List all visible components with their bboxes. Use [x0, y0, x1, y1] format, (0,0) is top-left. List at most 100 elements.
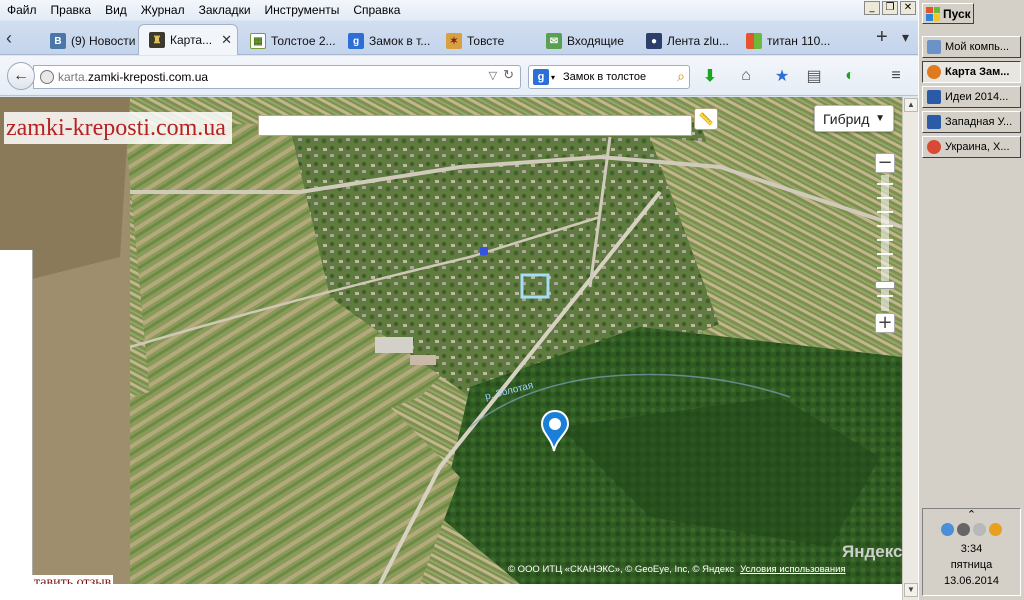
menu-history[interactable]: Журнал — [134, 3, 192, 17]
map-type-selector[interactable]: Гибрид ▼ — [814, 105, 894, 132]
menu-bar: Файл Правка Вид Журнал Закладки Инструме… — [0, 0, 918, 20]
copyright-text: © ООО ИТЦ «СКАНЭКС», © GeoEye, Inc, © Ян… — [508, 564, 735, 575]
zoom-slider-track[interactable] — [881, 175, 889, 311]
url-bar[interactable]: karta.zamki-kreposti.com.ua ▽ ↻ — [33, 65, 521, 89]
zoom-out-button[interactable]: − — [875, 153, 895, 173]
coat-of-arms-icon: ✶ — [446, 33, 462, 49]
menu-view[interactable]: Вид — [98, 3, 134, 17]
new-tab-icon[interactable]: + — [876, 26, 888, 49]
restore-button[interactable]: ❐ — [882, 1, 898, 15]
close-button[interactable]: ✕ — [900, 1, 916, 15]
tab-vk-news[interactable]: B (9) Новости — [40, 27, 136, 55]
zoom-slider-handle[interactable] — [875, 281, 895, 289]
clock-time[interactable]: 3:34 — [923, 543, 1020, 555]
minimize-button[interactable]: _ — [864, 1, 880, 15]
satellite-imagery — [0, 97, 902, 584]
tab-tovste[interactable]: ✶ Товсте — [436, 27, 532, 55]
task-label: Украина, Х... — [945, 141, 1010, 153]
tab-map-active[interactable]: ♜ Карта... ✕ — [138, 24, 238, 55]
expand-tray-icon[interactable]: ⌃ — [923, 508, 1020, 521]
zoom-control: − + — [875, 153, 895, 333]
tab-label: Замок в т... — [369, 34, 431, 48]
vk-icon: B — [50, 33, 66, 49]
tab-scroll-left-icon[interactable]: ‹ — [6, 28, 12, 49]
reload-icon[interactable]: ↻ — [503, 67, 514, 83]
usb-icon[interactable] — [973, 523, 986, 536]
windows-logo-icon — [926, 6, 940, 21]
search-input[interactable]: Замок в толстое — [563, 71, 646, 83]
zoom-tick — [877, 183, 893, 185]
menu-bookmarks[interactable]: Закладки — [192, 3, 258, 17]
ruler-icon[interactable]: 📏 — [694, 108, 718, 130]
computer-icon — [927, 40, 941, 54]
windows-icon — [746, 33, 762, 49]
zoom-tick — [877, 211, 893, 213]
tray-icons — [923, 523, 1020, 539]
url-text: karta.zamki-kreposti.com.ua — [58, 70, 208, 84]
task-word-west[interactable]: Западная У... — [922, 111, 1021, 133]
task-word-ideas[interactable]: Идеи 2014... — [922, 86, 1021, 108]
site-logo[interactable]: zamki-kreposti.com.ua — [4, 112, 232, 144]
zoom-tick — [877, 225, 893, 227]
map-copyright: © ООО ИТЦ «СКАНЭКС», © GeoEye, Inc, © Ян… — [508, 564, 846, 575]
menu-hamburger-icon[interactable]: ≡ — [886, 66, 906, 86]
location-marker-icon[interactable] — [540, 409, 570, 453]
dropdown-arrow-icon[interactable]: ▽ — [489, 69, 497, 83]
antivirus-icon[interactable] — [989, 523, 1002, 536]
scroll-down-icon[interactable]: ▼ — [904, 583, 918, 597]
yandex-logo: Яндекс — [842, 542, 903, 561]
satellite-map[interactable]: р. Золотая — [0, 97, 902, 584]
tab-label: Товсте — [467, 34, 505, 48]
globe-icon — [40, 70, 54, 84]
close-tab-icon[interactable]: ✕ — [221, 32, 232, 48]
terms-link[interactable]: Условия использования — [740, 564, 845, 575]
network-icon[interactable] — [941, 523, 954, 536]
tab-titan[interactable]: титан 110... — [736, 27, 832, 55]
menu-edit[interactable]: Правка — [44, 3, 99, 17]
task-firefox-map[interactable]: Карта Зам... — [922, 61, 1021, 83]
clock-date: 13.06.2014 — [943, 575, 1000, 587]
tab-google-castle[interactable]: g Замок в т... — [338, 27, 434, 55]
scroll-up-icon[interactable]: ▲ — [904, 98, 918, 112]
bookmark-star-icon[interactable]: ★ — [772, 66, 792, 86]
menu-tools[interactable]: Инструменты — [258, 3, 347, 17]
search-bar[interactable]: g ▾ Замок в толстое ⌕ — [528, 65, 690, 89]
tab-bar: ‹ B (9) Новости ♜ Карта... ✕ ▦ Толстое 2… — [0, 21, 918, 55]
task-chrome-ukraine[interactable]: Украина, Х... — [922, 136, 1021, 158]
addon-icon[interactable]: ◐ — [840, 66, 860, 86]
tab-lenta[interactable]: ● Лента zlu... — [636, 27, 732, 55]
tab-label: Толстое 2... — [271, 34, 336, 48]
engine-dropdown-icon[interactable]: ▾ — [551, 73, 555, 82]
download-icon[interactable]: ⬇ — [700, 66, 720, 86]
zoom-tick — [877, 295, 893, 297]
chevron-down-icon: ▼ — [875, 113, 885, 124]
back-button[interactable]: ← — [7, 62, 35, 90]
start-label: Пуск — [943, 6, 971, 21]
start-button[interactable]: Пуск — [922, 3, 974, 24]
volume-icon[interactable] — [957, 523, 970, 536]
google-search-icon[interactable]: g — [533, 69, 549, 85]
tab-tolstoe[interactable]: ▦ Толстое 2... — [240, 27, 336, 55]
tab-label: Лента zlu... — [667, 34, 729, 48]
window-controls: _ ❐ ✕ — [864, 1, 916, 15]
navigation-bar: karta.zamki-kreposti.com.ua ▽ ↻ ← g ▾ За… — [0, 56, 918, 96]
task-my-computer[interactable]: Мой компь... — [922, 36, 1021, 58]
menu-file[interactable]: Файл — [0, 3, 44, 17]
home-icon[interactable]: ⌂ — [736, 66, 756, 86]
vertical-scrollbar[interactable]: ▲ ▼ — [902, 97, 918, 600]
zoom-tick — [877, 197, 893, 199]
chrome-icon — [927, 140, 941, 154]
url-prefix: karta. — [58, 70, 89, 84]
tab-inbox[interactable]: ✉ Входящие — [536, 27, 632, 55]
list-tabs-icon[interactable]: ▾ — [902, 29, 909, 46]
map-search-input[interactable] — [258, 115, 692, 136]
magnifier-icon[interactable]: ⌕ — [677, 68, 685, 85]
bookmarks-list-icon[interactable]: ▤ — [804, 66, 824, 86]
task-label: Карта Зам... — [945, 66, 1010, 78]
menu-help[interactable]: Справка — [346, 3, 407, 17]
desktop: Файл Правка Вид Журнал Закладки Инструме… — [0, 0, 1024, 600]
zoom-tick — [877, 239, 893, 241]
task-label: Мой компь... — [945, 41, 1010, 53]
zoom-tick — [877, 267, 893, 269]
zoom-in-button[interactable]: + — [875, 313, 895, 333]
